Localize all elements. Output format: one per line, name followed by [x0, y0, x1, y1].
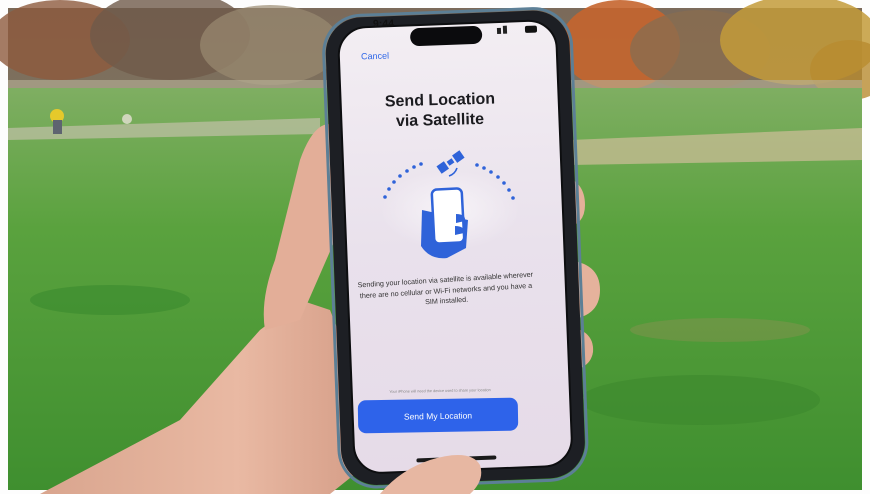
- cancel-button[interactable]: Cancel: [361, 51, 389, 62]
- screen-title-line2: via Satellite: [395, 110, 485, 131]
- status-time: 9:44: [372, 17, 395, 31]
- photo-scene: 9:44 Cancel Send Location via Satellite …: [0, 0, 870, 494]
- screen-title-line1: Send Location: [384, 90, 496, 111]
- send-my-location-button[interactable]: Send My Location: [357, 397, 519, 434]
